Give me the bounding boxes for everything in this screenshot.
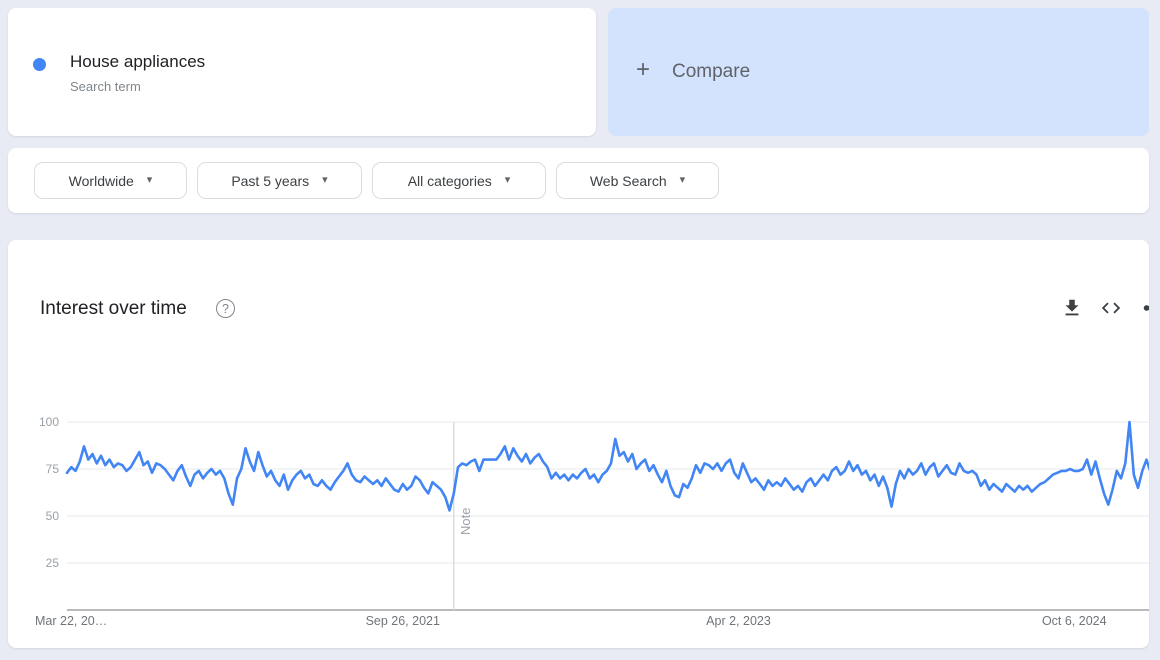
y-axis-label: 25 (46, 556, 60, 570)
filter-search-type-label: Web Search (590, 173, 667, 189)
trends-explore-page: { "page": {"background": "#e9ebf4", "acc… (0, 0, 1160, 660)
share-icon (1141, 297, 1149, 319)
filter-time-label: Past 5 years (231, 173, 309, 189)
compare-label: Compare (672, 61, 750, 83)
filter-bar: Worldwide ▾ Past 5 years ▾ All categorie… (8, 148, 1149, 213)
x-axis-label: Mar 22, 20… (35, 614, 107, 628)
filter-geo-label: Worldwide (69, 173, 134, 189)
x-axis-label: Oct 6, 2024 (1042, 614, 1107, 628)
compare-card[interactable]: + Compare (608, 8, 1149, 136)
y-axis-label: 100 (39, 415, 59, 429)
help-icon[interactable]: ? (216, 299, 235, 318)
x-axis-label: Apr 2, 2023 (706, 614, 771, 628)
trend-line (67, 422, 1149, 510)
series-color-dot (33, 58, 46, 71)
caret-down-icon: ▾ (147, 175, 153, 186)
search-term-type: Search term (70, 79, 141, 94)
y-axis-label: 75 (46, 462, 60, 476)
download-icon (1061, 297, 1083, 319)
caret-down-icon: ▾ (322, 175, 328, 186)
search-term-card: House appliances Search term (8, 8, 596, 136)
caret-down-icon: ▾ (505, 175, 511, 186)
embed-button[interactable] (1100, 297, 1122, 319)
interest-over-time-card: 25 50 75 100 Note Mar 22, 20… Sep 26, 2021 Apr … (8, 240, 1149, 648)
share-button[interactable] (1141, 297, 1149, 319)
chart-title: Interest over time (40, 298, 187, 320)
download-button[interactable] (1061, 297, 1083, 319)
filter-time-dropdown[interactable]: Past 5 years ▾ (197, 162, 362, 199)
filter-category-dropdown[interactable]: All categories ▾ (372, 162, 546, 199)
search-term-label: House appliances (70, 52, 205, 72)
embed-icon (1100, 297, 1122, 319)
caret-down-icon: ▾ (680, 175, 686, 186)
filter-geo-dropdown[interactable]: Worldwide ▾ (34, 162, 187, 199)
note-marker-label: Note (458, 508, 473, 535)
filter-search-type-dropdown[interactable]: Web Search ▾ (556, 162, 719, 199)
x-axis-label: Sep 26, 2021 (366, 614, 440, 628)
y-axis-label: 50 (46, 509, 60, 523)
plus-icon: + (636, 58, 650, 82)
filter-category-label: All categories (408, 173, 492, 189)
